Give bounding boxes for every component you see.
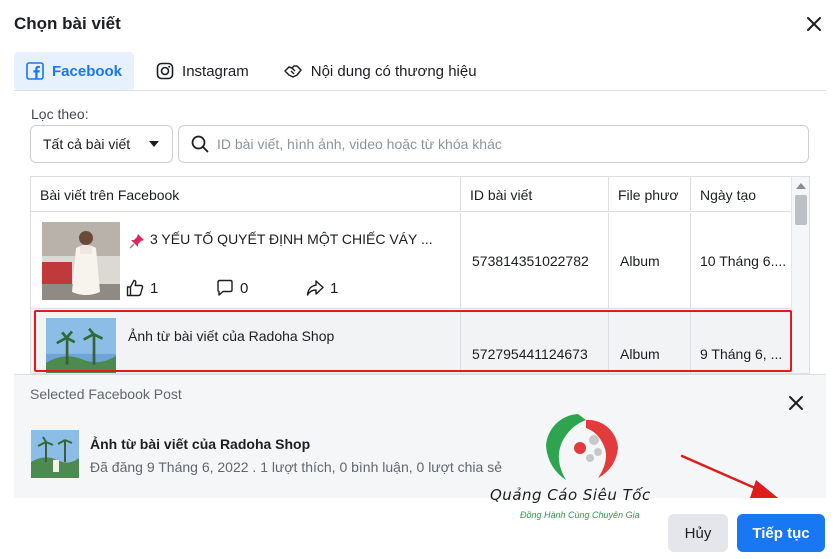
close-icon[interactable]: [804, 14, 824, 34]
filter-label: Lọc theo:: [31, 106, 89, 122]
scroll-thumb[interactable]: [795, 195, 807, 225]
comment-icon: [217, 279, 233, 296]
facebook-icon: [26, 62, 44, 80]
selected-post-label: Selected Facebook Post: [30, 386, 182, 402]
scroll-up-icon[interactable]: [796, 183, 806, 189]
post-filter-select[interactable]: Tất cả bài viết: [30, 125, 173, 163]
platform-tabs: Facebook Instagram Nội dung có thương hi…: [14, 52, 499, 90]
likes-metric: 1: [126, 279, 216, 297]
table-row[interactable]: 3 YẾU TỐ QUYẾT ĐỊNH MỘT CHIẾC VÁY ... 1 …: [31, 213, 791, 309]
post-title: 3 YẾU TỐ QUYẾT ĐỊNH MỘT CHIẾC VÁY ...: [150, 231, 433, 247]
post-id-cell: 573814351022782: [461, 213, 609, 309]
table-header: Bài viết trên Facebook ID bài viết File …: [31, 177, 791, 212]
column-header-media-type[interactable]: File phươ: [609, 177, 691, 212]
selected-post-meta: Đã đăng 9 Tháng 6, 2022 . 1 lượt thích, …: [90, 459, 502, 475]
shares-count: 1: [330, 279, 339, 297]
date-cell: 9 Tháng 6, ...: [700, 346, 783, 362]
table-scrollbar[interactable]: [791, 177, 809, 373]
post-cell: 3 YẾU TỐ QUYẾT ĐỊNH MỘT CHIẾC VÁY ... 1 …: [31, 213, 461, 309]
caret-down-icon: [149, 141, 159, 147]
tab-branded-content[interactable]: Nội dung có thương hiệu: [271, 52, 489, 90]
tabs-divider: [14, 90, 826, 91]
shares-metric: 1: [306, 279, 396, 297]
media-type-cell: Album: [609, 310, 691, 373]
post-filter-value: Tất cả bài viết: [43, 136, 131, 152]
selected-post-title: Ảnh từ bài viết của Radoha Shop: [90, 436, 311, 452]
date-cell: 10 Tháng 6....: [700, 253, 787, 269]
search-icon: [191, 135, 209, 153]
comments-metric: 0: [216, 279, 306, 297]
post-thumbnail: [46, 318, 116, 373]
column-header-id[interactable]: ID bài viết: [461, 177, 609, 212]
post-title: Ảnh từ bài viết của Radoha Shop: [128, 328, 335, 344]
post-cell: Ảnh từ bài viết của Radoha Shop: [31, 310, 461, 373]
post-thumbnail: [42, 222, 120, 300]
continue-button[interactable]: Tiếp tục: [737, 514, 825, 552]
tab-facebook-label: Facebook: [52, 62, 123, 80]
tab-branded-content-label: Nội dung có thương hiệu: [310, 62, 477, 80]
tab-instagram[interactable]: Instagram: [144, 52, 261, 90]
brand-logo-icon: [546, 414, 618, 480]
search-input[interactable]: [217, 136, 796, 152]
column-header-post[interactable]: Bài viết trên Facebook: [31, 177, 461, 212]
tab-instagram-label: Instagram: [182, 62, 249, 80]
watermark-tagline: Đồng Hành Cùng Chuyên Gia: [520, 510, 640, 520]
share-icon: [306, 280, 324, 296]
post-metrics: 1 0 1: [126, 279, 396, 297]
search-field[interactable]: [178, 125, 809, 163]
selected-post-thumbnail: [31, 430, 79, 478]
comments-count: 0: [240, 279, 249, 297]
row-divider: [31, 308, 791, 309]
dialog-title: Chọn bài viết: [14, 14, 121, 33]
posts-table: Bài viết trên Facebook ID bài viết File …: [30, 176, 810, 374]
table-row[interactable]: Ảnh từ bài viết của Radoha Shop 57279544…: [31, 310, 791, 373]
tab-facebook[interactable]: Facebook: [14, 52, 135, 90]
watermark-brand: Quảng Cáo Siêu Tốc: [490, 486, 651, 504]
handshake-icon: [283, 65, 302, 78]
close-icon[interactable]: [788, 395, 804, 411]
like-icon: [126, 279, 144, 297]
cancel-button[interactable]: Hủy: [668, 514, 728, 552]
media-type-cell: Album: [609, 213, 691, 309]
pin-icon: [129, 234, 144, 249]
selected-post-panel: Selected Facebook Post Ảnh từ bài viết c…: [14, 374, 826, 498]
post-id-cell: 572795441124673: [461, 310, 609, 373]
watermark-logo: Quảng Cáo Siêu Tốc Đồng Hành Cùng Chuyên…: [486, 406, 686, 526]
likes-count: 1: [150, 279, 159, 297]
column-header-date[interactable]: Ngày tạo: [691, 177, 791, 212]
instagram-icon: [156, 62, 174, 80]
